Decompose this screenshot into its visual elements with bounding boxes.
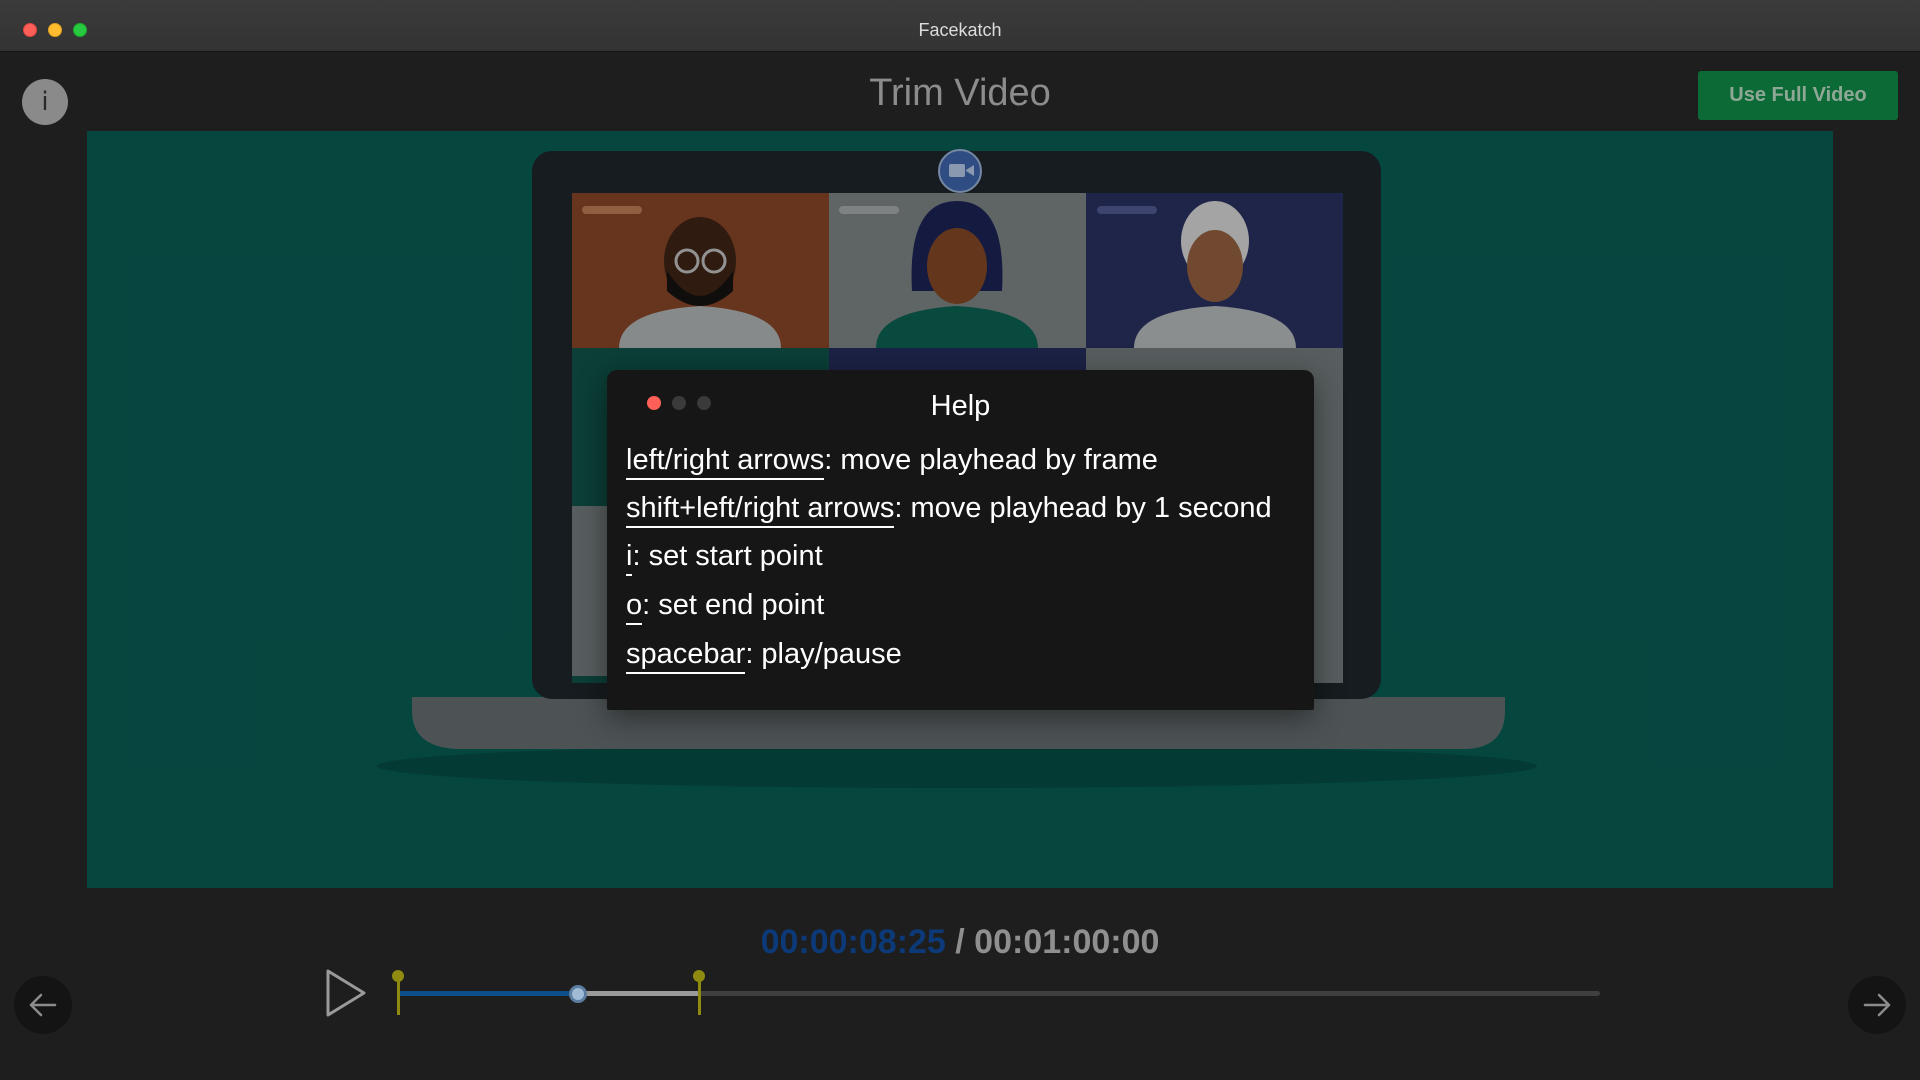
- arrow-right-icon: [1863, 993, 1891, 1017]
- title-bar: Facekatch: [0, 0, 1920, 52]
- help-line: shift+left/right arrows: move playhead b…: [626, 492, 1272, 528]
- window-title: Facekatch: [918, 20, 1002, 40]
- help-title: Help: [930, 390, 991, 422]
- forward-button[interactable]: [1848, 976, 1906, 1034]
- help-desc: : move playhead by frame: [824, 444, 1158, 476]
- time-separator: /: [945, 923, 975, 961]
- total-time: 00:01:00:00: [974, 923, 1160, 961]
- help-line: left/right arrows: move playhead by fram…: [626, 444, 1158, 480]
- help-key: shift+left/right arrows: [626, 492, 895, 528]
- help-key: left/right arrows: [626, 444, 825, 480]
- help-key: o: [626, 589, 643, 625]
- help-dialog: Help left/right arrows: move playhead by…: [607, 370, 1314, 710]
- arrow-left-icon: [29, 993, 57, 1017]
- play-button[interactable]: [324, 967, 370, 1019]
- help-line: spacebar: play/pause: [626, 638, 902, 674]
- played-segment: [398, 991, 579, 996]
- help-desc: : set start point: [632, 540, 823, 572]
- help-desc: : move playhead by 1 second: [894, 492, 1272, 524]
- help-key: spacebar: [626, 638, 746, 674]
- timecode-display: 00:00:08:25 / 00:01:00:00: [0, 923, 1920, 962]
- start-point-marker[interactable]: [392, 970, 404, 1015]
- playhead-handle[interactable]: [569, 985, 588, 1003]
- end-point-marker[interactable]: [692, 970, 705, 1015]
- help-line: o: set end point: [626, 589, 825, 625]
- play-icon: [326, 969, 366, 1017]
- selected-segment: [578, 991, 699, 996]
- page-title: Trim Video: [869, 72, 1051, 114]
- back-button[interactable]: [14, 976, 72, 1034]
- use-full-video-button[interactable]: Use Full Video: [1698, 71, 1898, 120]
- current-time: 00:00:08:25: [760, 923, 946, 961]
- help-desc: : play/pause: [745, 638, 902, 670]
- help-desc: : set end point: [642, 589, 825, 621]
- trim-timeline[interactable]: [390, 960, 1610, 1020]
- help-line: i: set start point: [626, 540, 823, 576]
